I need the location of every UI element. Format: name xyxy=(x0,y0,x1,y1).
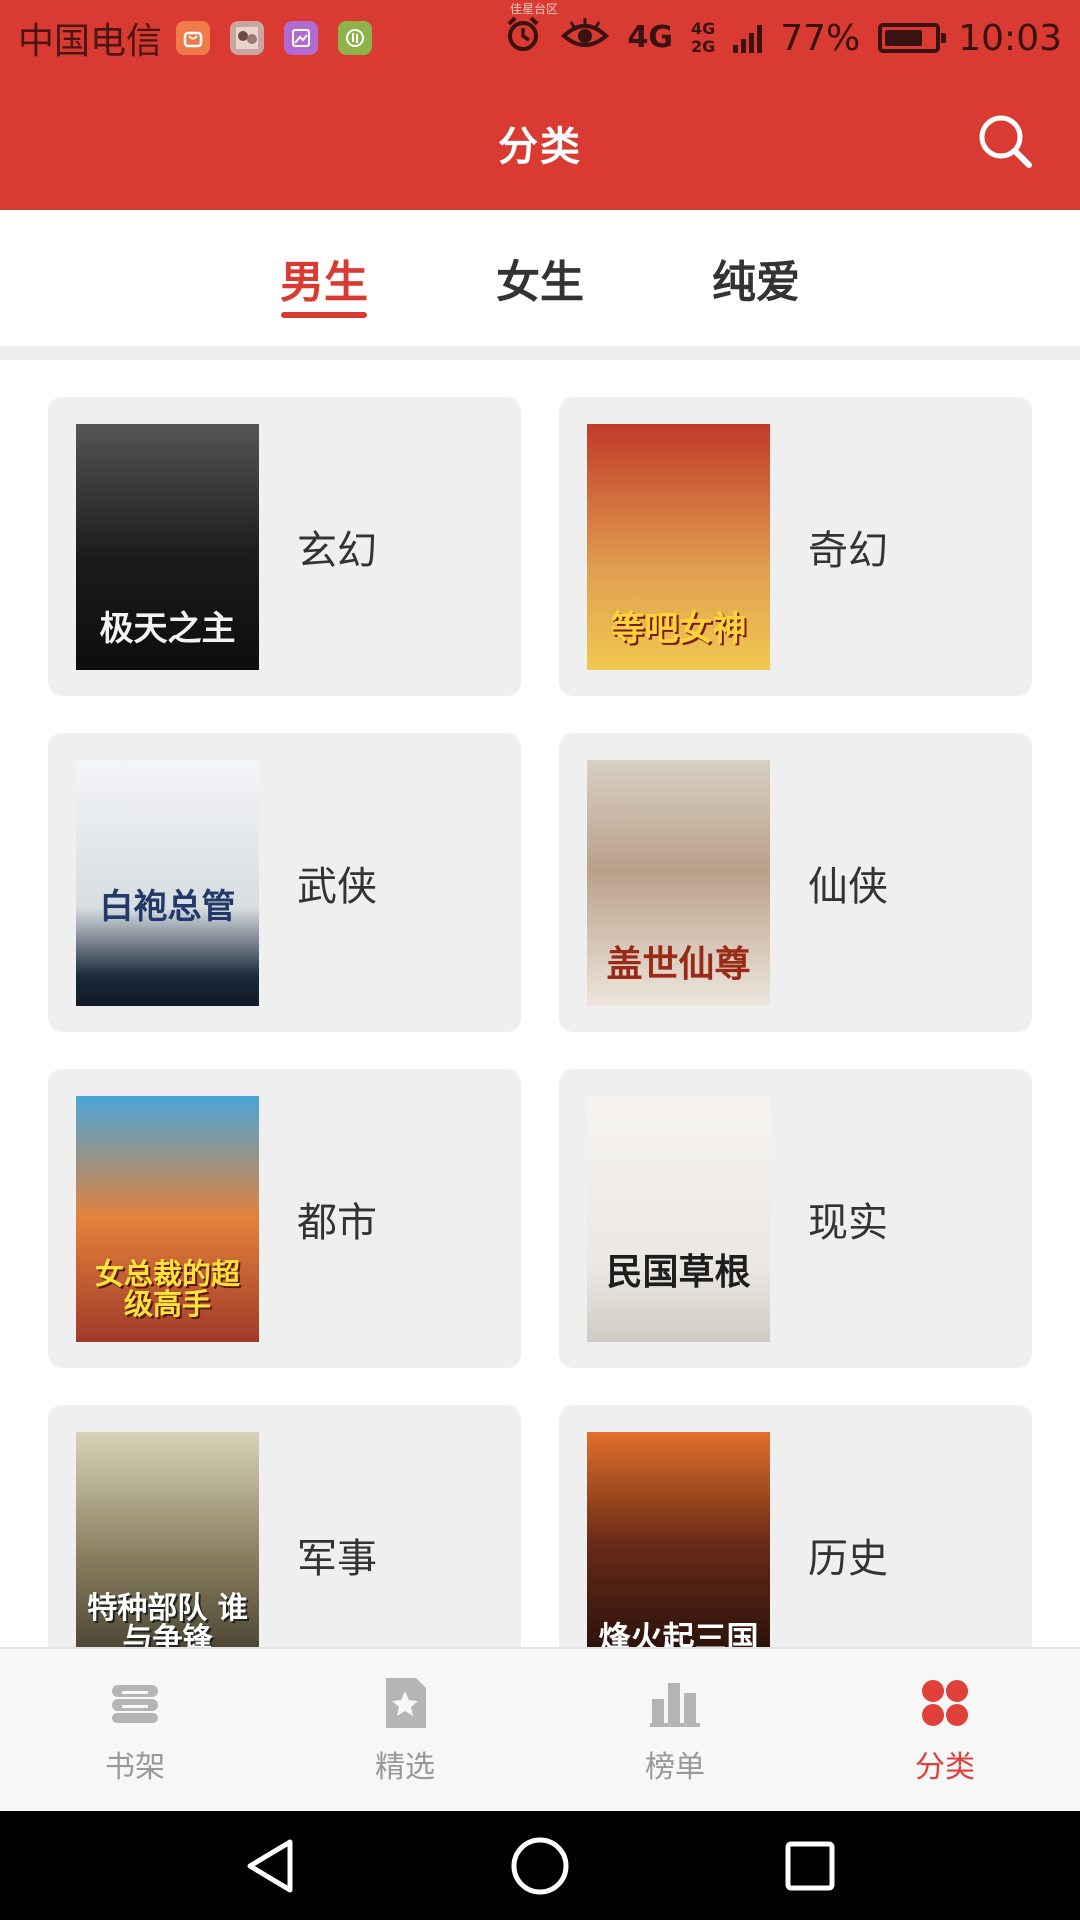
cover-title: 特种部队 谁与争锋 xyxy=(87,1590,248,1647)
recents-icon xyxy=(785,1841,835,1890)
category-card-lishi[interactable]: 烽火起三国 历史 xyxy=(559,1405,1032,1647)
cover-title: 白袍总管 xyxy=(99,886,236,927)
category-screen: 中国电信 佳星台区 4G 4G 2G 77% 10:03 分类 男生 女生 纯爱… xyxy=(0,0,1080,1920)
search-button[interactable] xyxy=(970,106,1040,176)
bottom-navigation: 书架 精选 榜单 分类 xyxy=(0,1647,1080,1811)
category-grid-icon xyxy=(916,1674,974,1732)
nav-label: 书架 xyxy=(105,1750,165,1785)
category-card-xianxia[interactable]: 盖世仙尊 仙侠 xyxy=(559,733,1032,1032)
eye-icon xyxy=(561,14,610,63)
network-small: 4G 2G xyxy=(691,20,715,56)
category-card-xianshi[interactable]: 民国草根 现实 xyxy=(559,1069,1032,1368)
ranking-bars-icon xyxy=(646,1674,704,1732)
tab-label: 纯爱 xyxy=(712,257,800,308)
book-cover: 民国草根 xyxy=(587,1095,770,1342)
bookshelf-icon xyxy=(106,1674,164,1732)
app-header: 分类 xyxy=(0,76,1080,210)
battery-fill xyxy=(885,30,923,46)
tab-female[interactable]: 女生 xyxy=(432,210,648,346)
category-label: 现实 xyxy=(808,1199,888,1246)
category-card-junshi[interactable]: 特种部队 谁与争锋 军事 xyxy=(48,1405,521,1647)
category-label: 武侠 xyxy=(297,863,377,910)
nav-label: 榜单 xyxy=(645,1750,705,1785)
battery-percent: 77% xyxy=(780,17,861,59)
nav-label: 分类 xyxy=(915,1750,975,1785)
cover-title: 民国草根 xyxy=(606,1250,751,1293)
gallery-icon xyxy=(284,21,319,55)
battery-icon xyxy=(878,23,947,53)
gender-tabs: 男生 女生 纯爱 xyxy=(0,210,1080,346)
tab-male[interactable]: 男生 xyxy=(216,210,432,346)
back-button[interactable] xyxy=(135,1811,405,1920)
category-label: 玄幻 xyxy=(297,527,377,574)
tab-label: 男生 xyxy=(280,257,368,308)
category-card-xuanhuan[interactable]: 极天之主 玄幻 xyxy=(48,397,521,696)
cover-title: 盖世仙尊 xyxy=(606,942,751,985)
cover-title: 极天之主 xyxy=(99,608,236,649)
nav-category[interactable]: 分类 xyxy=(810,1649,1080,1811)
nav-bookshelf[interactable]: 书架 xyxy=(0,1649,270,1811)
book-cover: 烽火起三国 xyxy=(587,1431,770,1647)
nav-label: 精选 xyxy=(375,1750,435,1785)
network-small-bottom: 2G xyxy=(690,37,716,56)
book-cover: 盖世仙尊 xyxy=(587,759,770,1006)
nav-featured[interactable]: 精选 xyxy=(270,1649,540,1811)
featured-star-icon xyxy=(376,1674,434,1732)
active-tab-indicator xyxy=(281,312,367,318)
book-cover: 等吧女神 xyxy=(587,423,770,670)
clock: 10:03 xyxy=(958,17,1062,59)
signal-icon xyxy=(733,23,763,53)
category-label: 奇幻 xyxy=(808,527,888,574)
cover-title: 烽火起三国 xyxy=(598,1618,759,1647)
back-icon xyxy=(247,1839,293,1892)
tab-pure-love[interactable]: 纯爱 xyxy=(648,210,864,346)
carrier-name: 中国电信 xyxy=(18,21,163,62)
book-cover: 特种部队 谁与争锋 xyxy=(76,1431,259,1647)
alarm-icon xyxy=(503,14,543,63)
transfer-icon xyxy=(338,21,373,55)
book-cover: 白袍总管 xyxy=(76,759,259,1006)
home-icon xyxy=(511,1837,569,1894)
home-button[interactable] xyxy=(405,1811,675,1920)
shopping-bag-icon xyxy=(176,21,211,55)
photo-thumbnail-icon xyxy=(230,21,265,55)
book-cover: 女总裁的超级高手 xyxy=(76,1095,259,1342)
category-label: 历史 xyxy=(808,1535,888,1582)
category-card-wuxia[interactable]: 白袍总管 武侠 xyxy=(48,733,521,1032)
search-icon xyxy=(979,115,1032,168)
network-type: 4G xyxy=(627,20,673,55)
category-label: 仙侠 xyxy=(808,863,888,910)
page-title: 分类 xyxy=(498,124,582,170)
category-grid: 极天之主 玄幻 等吧女神 奇幻 白袍总管 武侠 盖世仙尊 仙侠 女总裁的超级高手 xyxy=(48,397,1032,1647)
tab-label: 女生 xyxy=(496,257,584,308)
status-right-group: 4G 4G 2G 77% 10:03 xyxy=(503,14,1062,63)
network-small-top: 4G xyxy=(690,19,716,38)
status-center-tag: 佳星台区 xyxy=(510,2,559,16)
recents-button[interactable] xyxy=(675,1811,945,1920)
system-navigation-bar xyxy=(0,1811,1080,1920)
category-card-qihuan[interactable]: 等吧女神 奇幻 xyxy=(559,397,1032,696)
section-divider xyxy=(0,346,1080,360)
status-bar: 中国电信 佳星台区 4G 4G 2G 77% 10:03 xyxy=(0,0,1080,76)
category-card-dushi[interactable]: 女总裁的超级高手 都市 xyxy=(48,1069,521,1368)
cover-title: 女总裁的超级高手 xyxy=(94,1256,240,1322)
category-label: 都市 xyxy=(297,1199,377,1246)
category-label: 军事 xyxy=(297,1535,377,1582)
cover-title: 等吧女神 xyxy=(610,608,747,649)
book-cover: 极天之主 xyxy=(76,423,259,670)
nav-ranking[interactable]: 榜单 xyxy=(540,1649,810,1811)
